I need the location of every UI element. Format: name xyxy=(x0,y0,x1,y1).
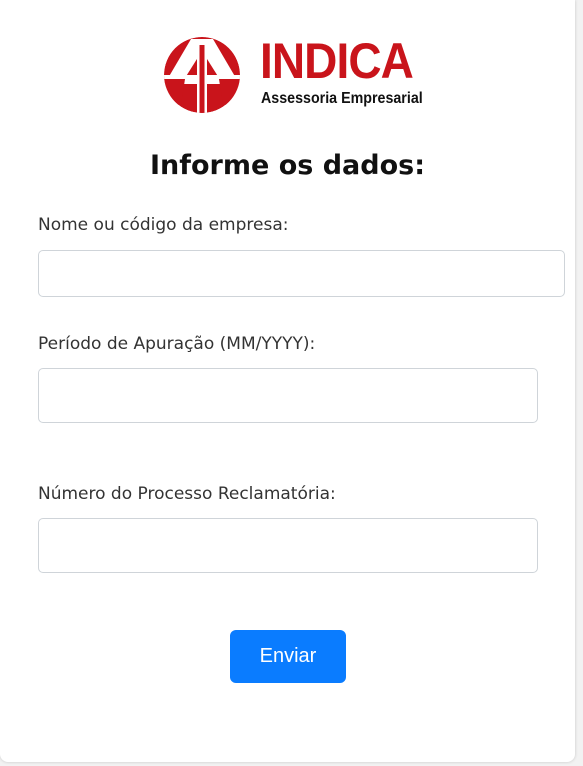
form-heading: Informe os dados: xyxy=(149,150,426,181)
submit-button[interactable]: Enviar xyxy=(230,630,346,683)
indica-logo-mark-icon xyxy=(164,37,240,113)
period-input[interactable] xyxy=(38,368,538,423)
process-label: Número do Processo Reclamatória: xyxy=(38,484,336,504)
logo-subtitle: Assessoria Empresarial xyxy=(261,90,423,107)
period-label: Período de Apuração (MM/YYYY): xyxy=(38,334,316,354)
company-label: Nome ou código da empresa: xyxy=(38,215,289,235)
process-input[interactable] xyxy=(38,518,538,573)
indica-logo: INDICA Assessoria Empresarial xyxy=(157,33,427,115)
form-card: INDICA Assessoria Empresarial Informe os… xyxy=(0,0,575,762)
logo-title: INDICA xyxy=(260,33,414,89)
company-input[interactable] xyxy=(38,250,565,297)
